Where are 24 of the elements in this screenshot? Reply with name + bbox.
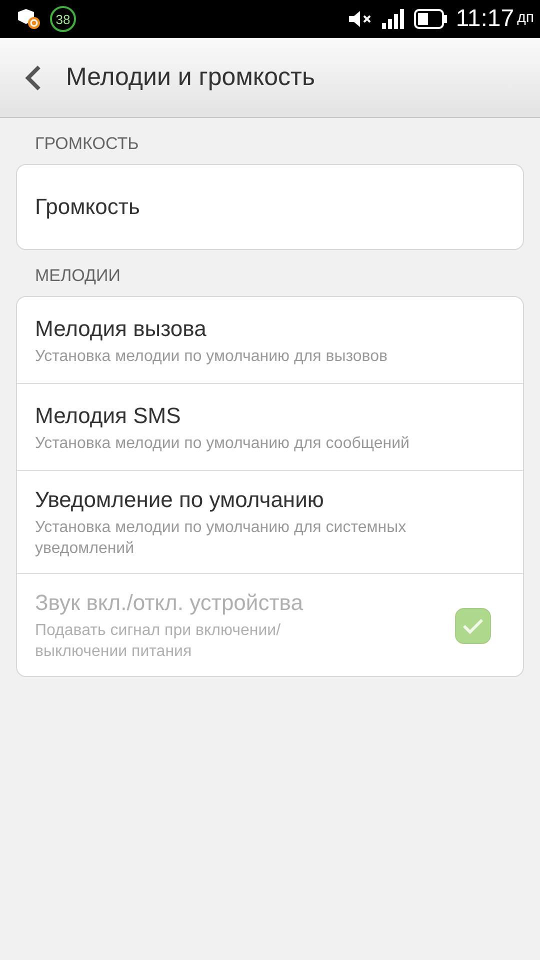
settings-item[interactable]: Уведомление по умолчанию Установка мелодии по умолчанию для системных уведомлений — [17, 470, 523, 573]
signal-icon — [382, 9, 406, 29]
item-title: Громкость — [35, 194, 141, 220]
item-title: Мелодия вызова — [35, 316, 208, 342]
back-button[interactable] — [24, 64, 42, 92]
screen-title: Мелодии и громкость — [66, 63, 315, 92]
battery-icon — [414, 9, 448, 29]
section-header: ГРОМКОСТЬ — [34, 133, 140, 155]
clock-time: 11:17 — [456, 5, 514, 33]
item-subtitle: Установка мелодии по умолчанию для системных уведомлений — [35, 518, 408, 559]
section-header: МЕЛОДИИ — [34, 265, 122, 287]
clock-period: дп — [517, 9, 534, 26]
item-subtitle: Установка мелодии по умолчанию для вызовов — [35, 346, 389, 366]
item-subtitle: Установка мелодии по умолчанию для сообщений — [35, 434, 410, 454]
settings-item[interactable]: Мелодия вызова Установка мелодии по умолчанию для вызовов — [17, 297, 523, 383]
item-title: Звук вкл./откл. устройства — [35, 590, 304, 616]
app-icon — [16, 8, 42, 30]
check-icon — [462, 618, 484, 634]
settings-item[interactable]: Мелодия SMS Установка мелодии по умолчанию для сообщений — [17, 383, 523, 470]
item-subtitle: Подавать сигнал при включении/ выключении питания — [35, 621, 282, 662]
item-title: Уведомление по умолчанию — [35, 487, 325, 513]
item-title: Мелодия SMS — [35, 402, 182, 428]
notification-badge: 38 — [50, 6, 76, 32]
settings-item[interactable]: Громкость — [17, 165, 523, 249]
